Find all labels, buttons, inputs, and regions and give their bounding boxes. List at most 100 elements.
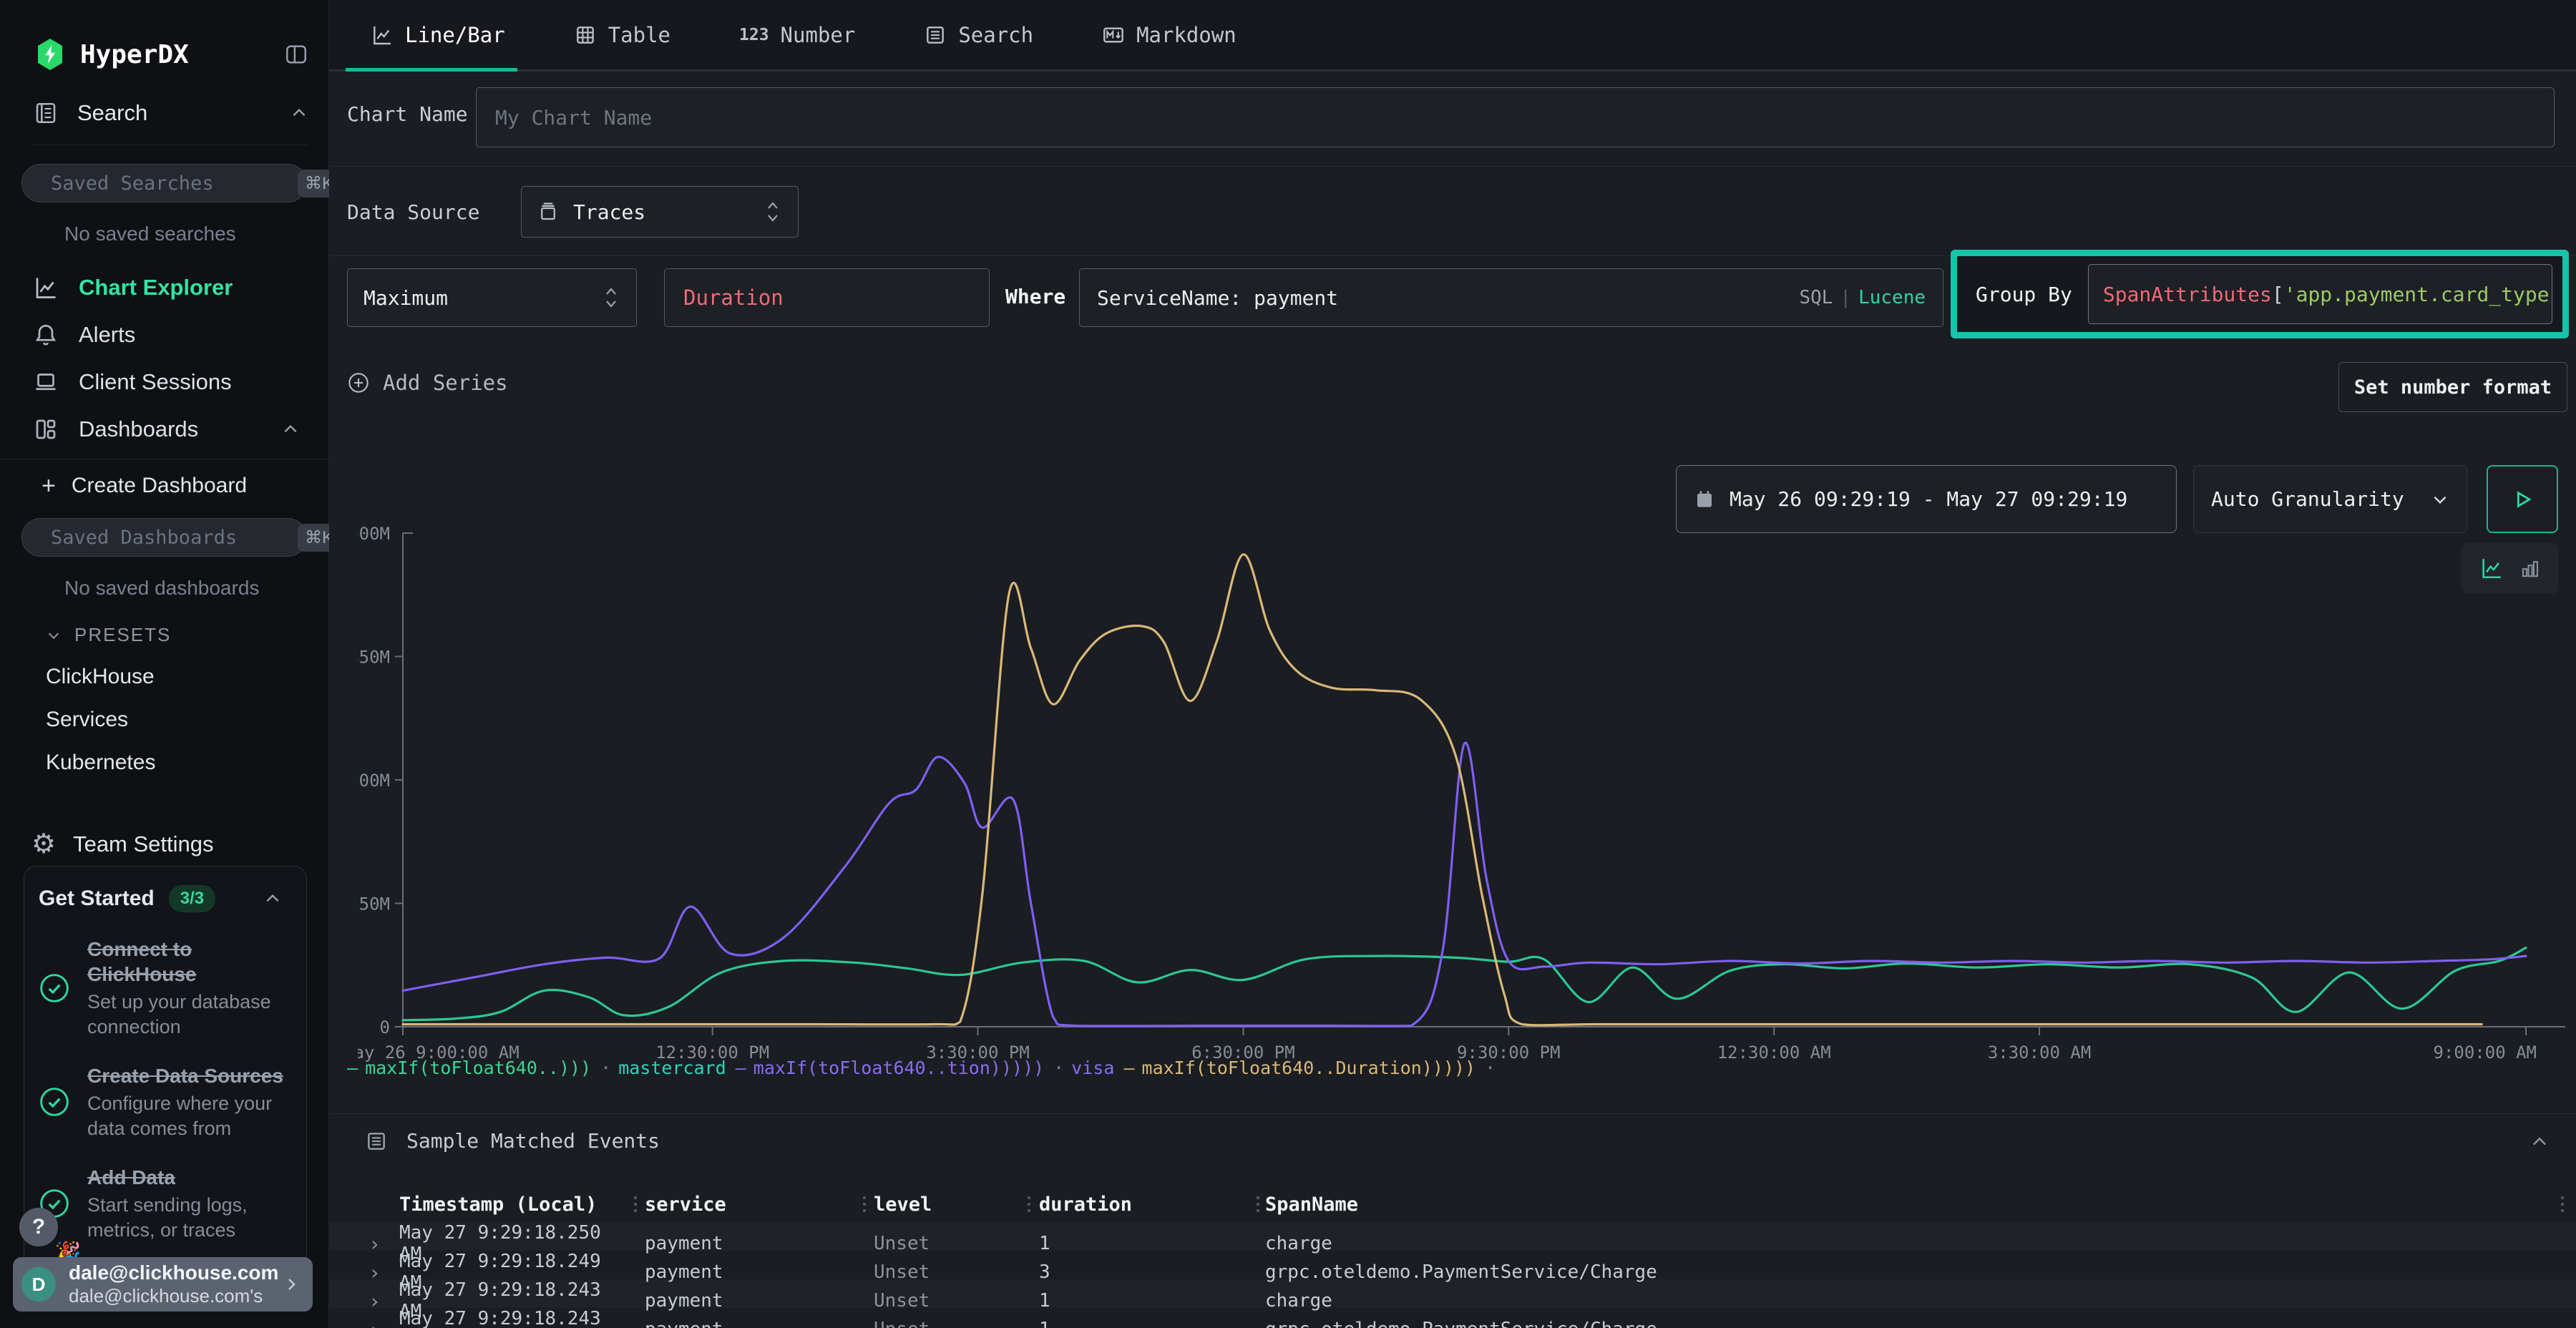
tab-label: Number [781,23,856,47]
tab-line-bar[interactable]: Line/Bar [371,23,505,47]
saved-dashboards-input[interactable]: ⌘K [21,518,307,557]
chevron-updown-icon [763,200,782,224]
table-row[interactable]: › May 27 9:29:18.243 AM payment Unset 1 … [329,1279,2576,1308]
cell-service: payment [645,1319,855,1328]
preset-dashboard-item[interactable]: ClickHouse [46,665,328,689]
tab-label: Search [958,23,1033,47]
col-level[interactable]: level [874,1193,1020,1216]
sidebar-item-alerts[interactable]: Alerts [0,311,328,358]
column-resize-handle[interactable]: ⋮ [626,1193,645,1215]
dashboards-grid-icon [33,416,59,442]
col-service[interactable]: service [645,1193,855,1216]
legend-item[interactable]: — maxIf(toFloat640..Duration))))) [1123,1058,1475,1078]
onboarding-step[interactable]: Create Data Sources Configure where your… [39,1063,292,1141]
tab-number[interactable]: 123 Number [739,23,855,47]
row-expand-icon[interactable]: › [369,1232,399,1256]
logo-row: HyperDX [33,37,308,72]
collapse-section-icon[interactable] [2529,1132,2550,1152]
search-section-header[interactable]: Search [33,100,308,145]
onboarding-step[interactable]: Add Data Start sending logs, metrics, or… [39,1165,292,1242]
plus-circle-icon [347,371,370,394]
chevron-up-icon[interactable] [263,889,282,908]
tab-label: Line/Bar [405,23,505,47]
column-resize-handle[interactable]: ⋮ [1020,1193,1039,1215]
data-source-value: Traces [573,200,645,224]
create-dashboard-button[interactable]: + Create Dashboard [0,464,328,508]
legend-mark: · [600,1058,611,1078]
saved-searches-field[interactable] [49,169,298,197]
tab-search[interactable]: Search [924,23,1033,47]
table-row[interactable]: › May 27 9:29:18.250 AM payment Unset 1 … [329,1222,2576,1251]
saved-searches-input[interactable]: ⌘K [21,164,307,202]
chart-legend: — maxIf(toFloat640..))) · mastercard — m… [347,1058,1503,1078]
search-section-icon [33,100,59,126]
column-resize-handle[interactable]: ⋮ [855,1193,874,1215]
sql-option[interactable]: SQL [1799,287,1833,308]
row-expand-icon[interactable]: › [369,1318,399,1328]
where-input[interactable]: ServiceName: payment SQL|Lucene [1079,268,1943,327]
query-language-toggle[interactable]: SQL | Lucene [1799,287,1926,308]
set-number-format-button[interactable]: Set number format [2338,362,2567,412]
toggle-separator: | [1840,287,1851,308]
sidebar-item-chart-explorer[interactable]: Chart Explorer [0,264,328,311]
legend-item[interactable]: · visa [1053,1058,1114,1078]
timeseries-chart[interactable]: 0150M300M450M600MMay 26 9:00:00 AM12:30:… [358,519,2576,1084]
presets-label: PRESETS [74,624,171,646]
tab-table[interactable]: Table [574,23,670,47]
active-tab-indicator [346,68,517,72]
preset-dashboard-item[interactable]: Kubernetes [46,751,328,775]
cell-spanname: charge [1265,1290,2536,1312]
row-expand-icon[interactable]: › [369,1289,399,1313]
add-series-button[interactable]: Add Series [347,371,508,395]
cell-level: Unset [874,1233,1020,1254]
chevron-up-icon[interactable] [290,104,308,122]
field-select[interactable]: Duration [664,268,990,327]
where-label: Where [1005,285,1065,308]
legend-label: maxIf(toFloat640..))) [365,1058,591,1078]
preset-dashboard-item[interactable]: Services [46,708,328,732]
sidebar-item-client-sessions[interactable]: Client Sessions [0,358,328,406]
legend-label: maxIf(toFloat640..tion))))) [753,1058,1044,1078]
legend-label: mastercard [618,1058,726,1078]
no-saved-searches-text: No saved searches [64,223,328,245]
cell-service: payment [645,1261,855,1283]
legend-item[interactable]: — maxIf(toFloat640..))) [347,1058,591,1078]
col-timestamp[interactable]: Timestamp (Local) [399,1193,626,1216]
field-value: Duration [683,285,784,310]
svg-text:150M: 150M [358,894,390,914]
table-menu-icon[interactable]: ⋮ [2536,1193,2572,1215]
chart-name-input[interactable] [476,87,2555,147]
table-row[interactable]: › May 27 9:29:18.249 AM payment Unset 3 … [329,1251,2576,1279]
data-source-select[interactable]: Traces [521,186,799,238]
saved-dashboards-field[interactable] [49,523,298,552]
cell-level: Unset [874,1261,1020,1283]
legend-item[interactable]: — maxIf(toFloat640..tion))))) [736,1058,1044,1078]
row-expand-icon[interactable]: › [369,1261,399,1284]
chevron-up-icon[interactable] [281,420,300,439]
col-spanname[interactable]: SpanName [1265,1193,2536,1216]
cell-duration: 1 [1039,1319,1249,1328]
sidebar-item-team-settings[interactable]: ⚙ Team Settings [31,828,328,860]
legend-item[interactable]: · mastercard [600,1058,726,1078]
onboarding-step[interactable]: Connect to ClickHouse Set up your databa… [39,937,292,1039]
user-menu[interactable]: D dale@clickhouse.com dale@clickhouse.co… [13,1257,313,1312]
sidebar-collapse-icon[interactable] [284,42,308,67]
lucene-option[interactable]: Lucene [1858,287,1926,308]
sidebar-item-dashboards[interactable]: Dashboards [0,406,328,453]
tab-markdown[interactable]: Markdown [1102,23,1236,47]
group-by-label: Group By [1976,283,2072,306]
aggregation-select[interactable]: Maximum [347,268,637,327]
chevron-right-icon [283,1276,300,1293]
cell-spanname: charge [1265,1233,2536,1254]
group-by-input[interactable]: SpanAttributes['app.payment.card_type'] [2088,264,2552,324]
column-resize-handle[interactable]: ⋮ [1249,1193,1265,1215]
database-icon [537,201,559,223]
user-email: dale@clickhouse.com [69,1261,283,1284]
col-duration[interactable]: duration [1039,1193,1249,1216]
plus-icon: + [42,472,56,500]
add-series-label: Add Series [383,371,508,395]
legend-item[interactable]: · [1485,1058,1503,1078]
help-button[interactable]: ? [19,1208,58,1246]
get-started-header[interactable]: Get Started 3/3 [39,885,292,912]
presets-toggle[interactable]: PRESETS [46,624,328,646]
